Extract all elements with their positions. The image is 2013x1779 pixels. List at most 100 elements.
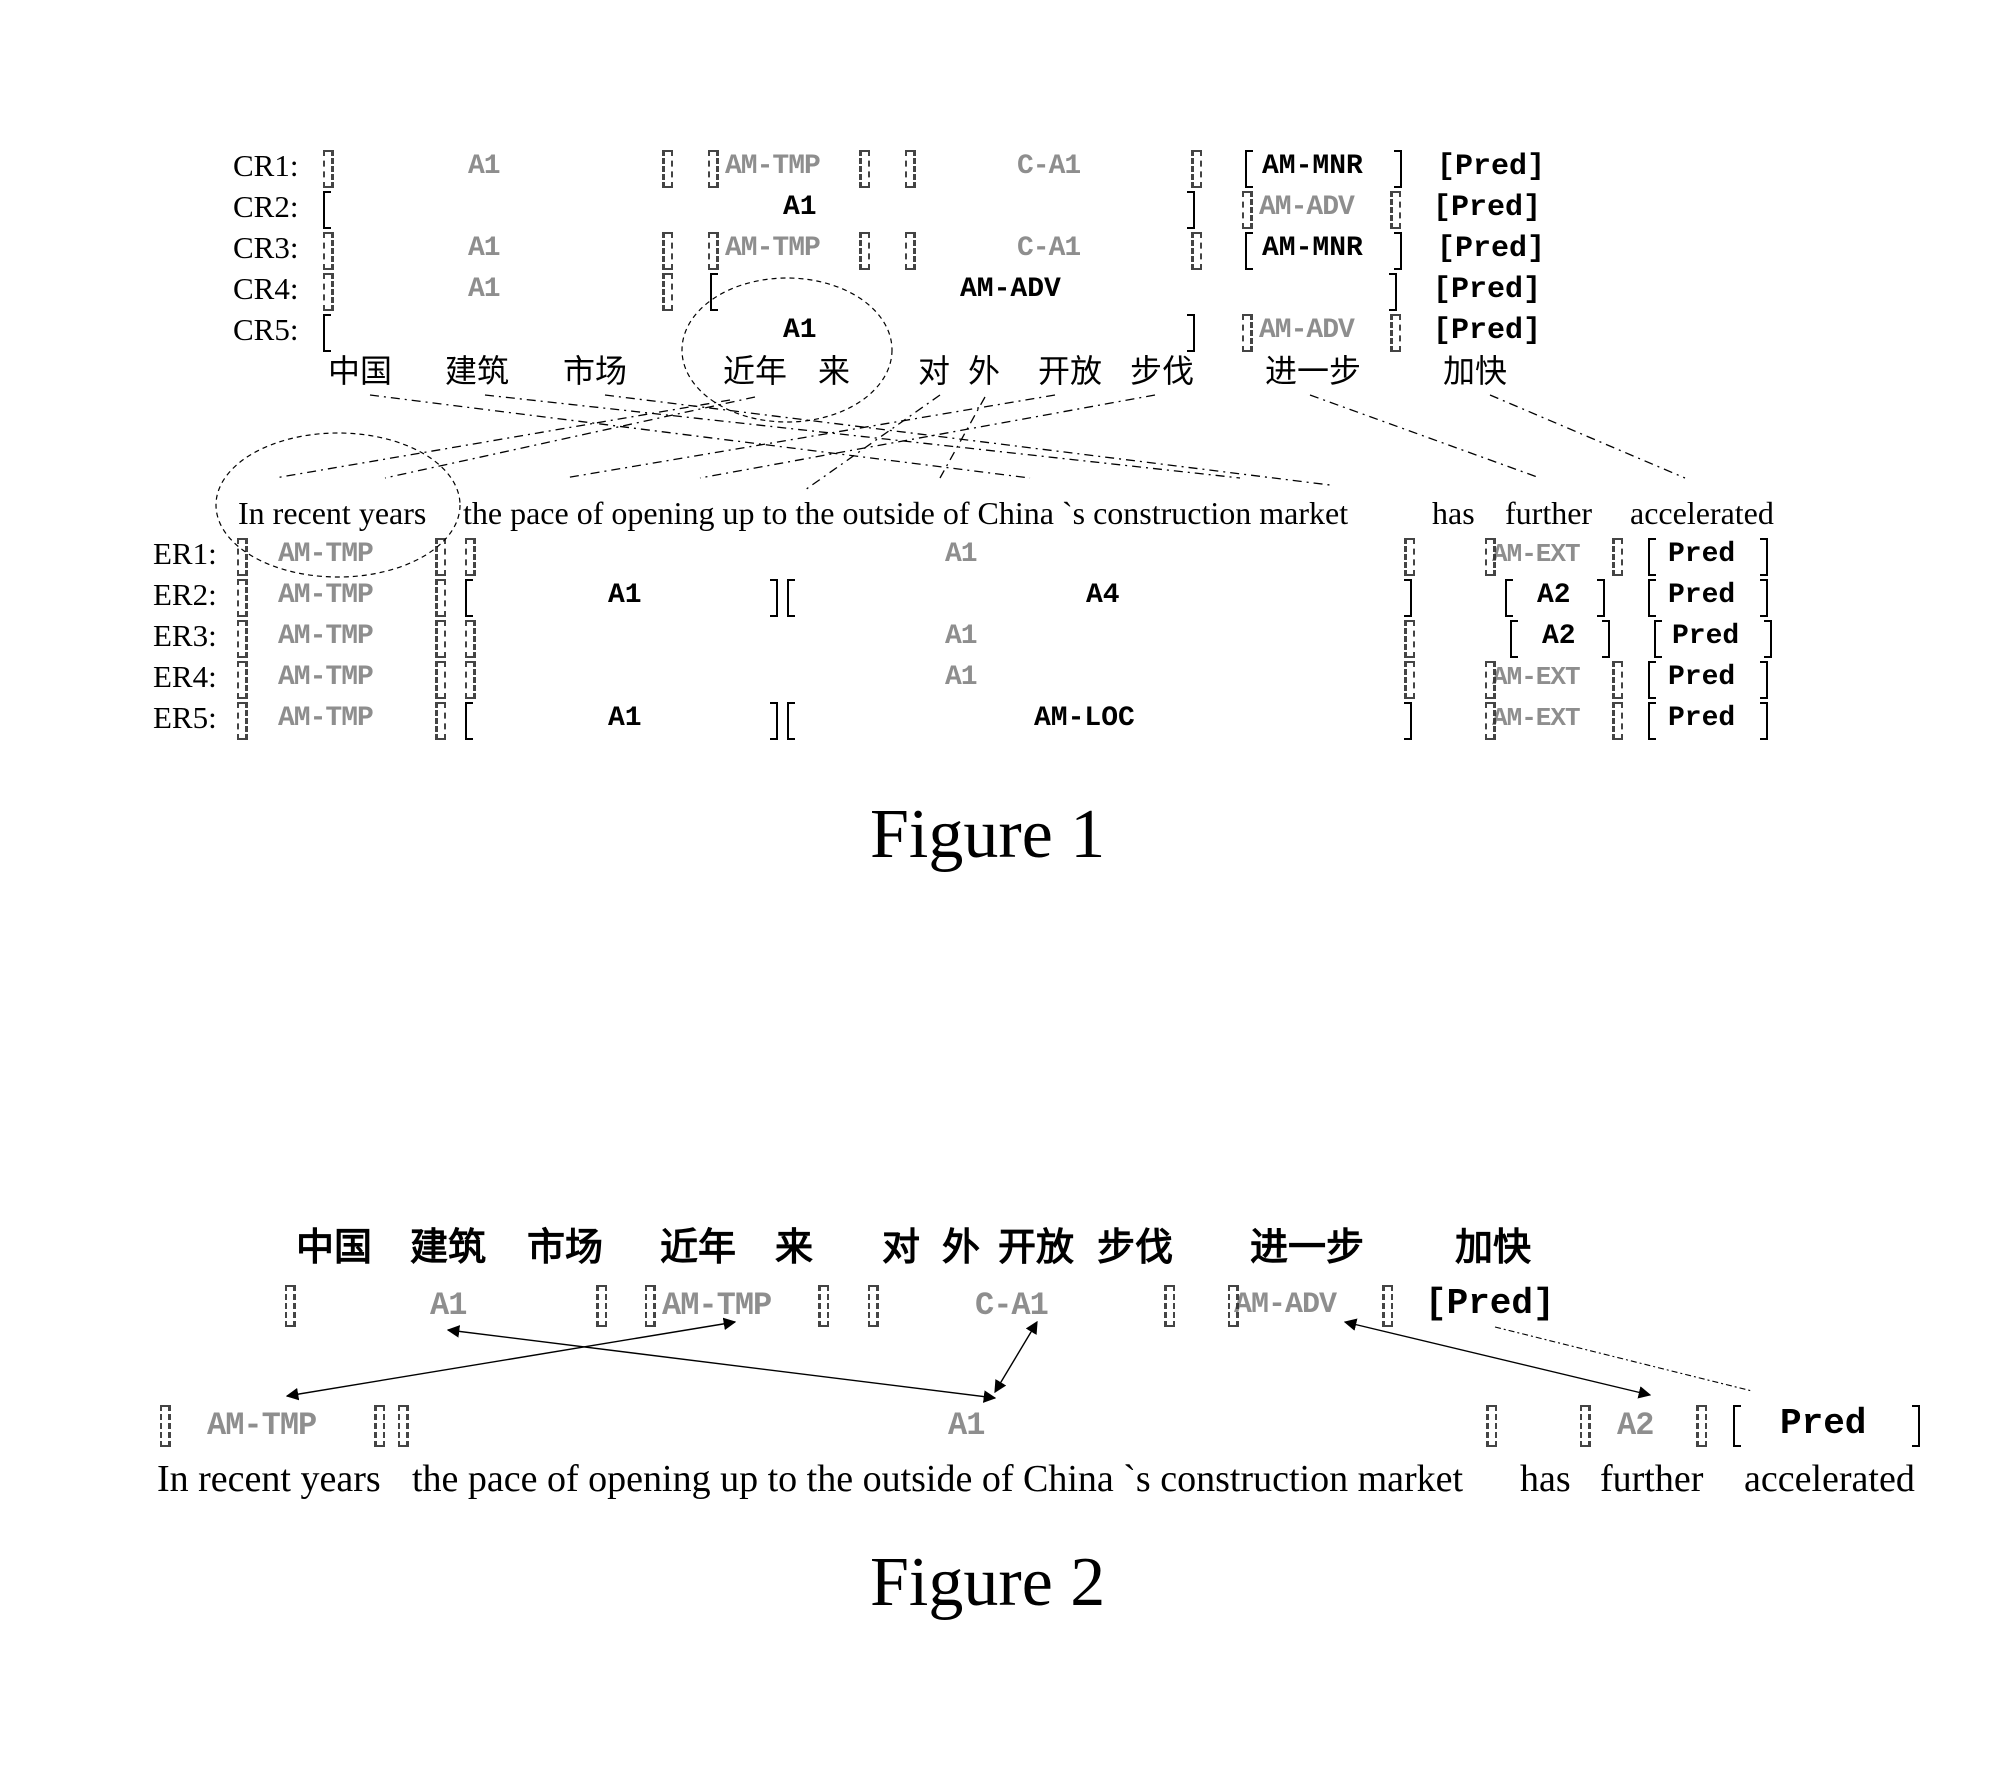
dotted-line-pred-pred <box>1494 1326 1753 1392</box>
zh-word: 来 <box>775 1225 814 1269</box>
align-line <box>384 396 756 479</box>
bracket-close <box>1404 579 1412 617</box>
er2-pred: Pred <box>1668 580 1736 611</box>
bracket-close <box>1389 273 1397 311</box>
zh-word: 市场 <box>527 1225 604 1269</box>
cr2-arg-am-adv: AM-ADV <box>1259 192 1355 223</box>
en-role-a2: A2 <box>1617 1407 1654 1444</box>
er3-label: ER3: <box>153 618 217 653</box>
bracket-close <box>1404 702 1412 740</box>
er4-arg-am-ext: AM-EXT <box>1492 662 1581 692</box>
zh-role-am-adv: AM-ADV <box>1234 1288 1337 1322</box>
zh-word: 近年 <box>660 1225 737 1269</box>
cr3-arg-am-mnr: AM-MNR <box>1262 233 1363 264</box>
en-word: In recent years <box>238 495 427 531</box>
en-role-pred: Pred <box>1780 1403 1867 1444</box>
bracket-open <box>645 1285 656 1327</box>
cr1-arg-am-mnr: AM-MNR <box>1262 151 1363 182</box>
zh-word: 对 <box>882 1225 921 1269</box>
en-word: further <box>1505 495 1593 531</box>
cr3-arg-am-tmp: AM-TMP <box>725 233 821 264</box>
figure-1-caption: Figure 1 <box>870 796 1106 873</box>
align-line <box>274 399 731 479</box>
bracket-close <box>1696 1405 1707 1447</box>
er1-arg-a1: A1 <box>945 539 978 570</box>
bracket-close <box>435 702 446 740</box>
zh-word: 建筑 <box>445 352 510 390</box>
bracket-close <box>1486 1405 1497 1447</box>
bracket-close <box>1760 579 1768 617</box>
zh-role-a1: A1 <box>430 1287 467 1324</box>
bracket-close <box>435 620 446 658</box>
er4-arg-am-tmp: AM-TMP <box>278 662 374 693</box>
er4-label: ER4: <box>153 659 217 694</box>
er1-pred: Pred <box>1668 539 1736 570</box>
align-line <box>939 396 986 479</box>
arrow-ca1-a1 <box>994 1320 1038 1394</box>
en-word: the pace of opening up to the outside of… <box>412 1458 1464 1500</box>
bracket-close <box>435 538 446 576</box>
cr2-pred: [Pred] <box>1433 191 1542 225</box>
bracket-open <box>1242 191 1253 229</box>
bracket-close <box>770 702 778 740</box>
bracket-close <box>1390 314 1401 352</box>
er3-arg-a1: A1 <box>945 621 978 652</box>
bracket-close <box>1612 538 1623 576</box>
cr4-arg-am-adv: AM-ADV <box>960 274 1061 305</box>
bracket-open <box>465 620 476 658</box>
er5-arg-a1: A1 <box>608 703 642 734</box>
cr4-arg-a1: A1 <box>468 274 501 305</box>
bracket-close <box>1191 150 1202 188</box>
arrow-a1-a1 <box>446 1325 997 1403</box>
align-line <box>1489 394 1686 479</box>
align-line <box>804 394 941 491</box>
er2-arg-a2: A2 <box>1537 580 1571 611</box>
bracket-open <box>323 191 331 229</box>
bracket-close <box>1191 232 1202 270</box>
bracket-open <box>237 702 248 740</box>
bracket-close <box>1912 1405 1920 1447</box>
er1-label: ER1: <box>153 536 217 571</box>
bracket-open <box>285 1285 296 1327</box>
zh-word: 外 <box>968 352 1001 390</box>
bracket-close <box>818 1285 829 1327</box>
zh-word: 来 <box>818 352 851 390</box>
zh-role-c-a1: C-A1 <box>975 1287 1049 1324</box>
bracket-open <box>237 661 248 699</box>
bracket-open <box>465 538 476 576</box>
bracket-close <box>374 1405 385 1447</box>
bracket-close <box>662 150 673 188</box>
align-line <box>484 394 1241 479</box>
cr2-arg-a1: A1 <box>783 192 817 223</box>
bracket-open <box>1245 232 1253 270</box>
bracket-close <box>435 661 446 699</box>
zh-word: 市场 <box>563 352 628 390</box>
bracket-open <box>787 702 795 740</box>
er4-arg-a1: A1 <box>945 662 978 693</box>
align-line <box>1309 394 1541 479</box>
er5-arg-am-loc: AM-LOC <box>1034 703 1135 734</box>
cr3-label: CR3: <box>233 230 299 265</box>
er3-arg-a2: A2 <box>1542 621 1576 652</box>
align-line <box>369 394 1031 479</box>
er5-pred: Pred <box>1668 703 1736 734</box>
er5-arg-am-ext: AM-EXT <box>1492 703 1581 733</box>
arrow-amadv-a2 <box>1343 1318 1652 1399</box>
bracket-open <box>398 1405 409 1447</box>
bracket-open <box>237 620 248 658</box>
align-line <box>699 394 1156 479</box>
bracket-close <box>1390 191 1401 229</box>
er1-arg-am-ext: AM-EXT <box>1492 539 1581 569</box>
zh-word: 步伐 <box>1130 352 1195 390</box>
zh-word: 加快 <box>1455 1225 1532 1269</box>
bracket-open <box>465 579 473 617</box>
bracket-close <box>1404 538 1415 576</box>
zh-word: 开放 <box>1038 352 1103 390</box>
cr1-arg-c-a1: C-A1 <box>1017 151 1081 182</box>
bracket-open <box>323 314 331 352</box>
bracket-open <box>787 579 795 617</box>
bracket-open <box>1242 314 1253 352</box>
zh-word: 对 <box>918 352 951 390</box>
cr1-arg-am-tmp: AM-TMP <box>725 151 821 182</box>
er5-label: ER5: <box>153 700 217 735</box>
